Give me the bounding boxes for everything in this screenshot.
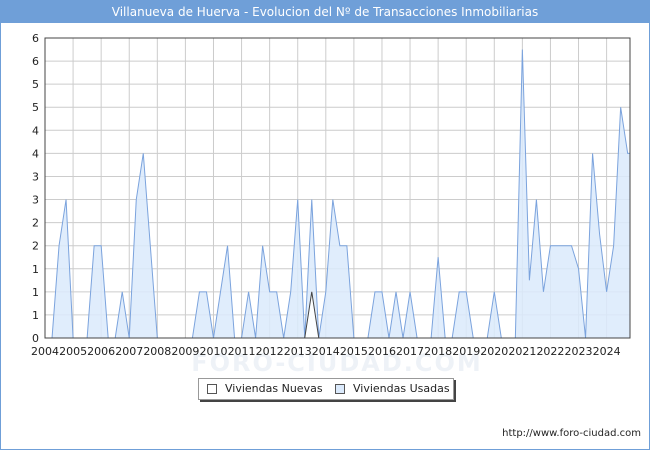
x-tick-label: 2015: [340, 345, 368, 358]
legend-label-nuevas: Viviendas Nuevas: [225, 382, 323, 395]
y-tick-label: 4: [32, 147, 39, 160]
legend-label-usadas: Viviendas Usadas: [353, 382, 450, 395]
footer-url[interactable]: http://www.foro-ciudad.com: [502, 428, 641, 439]
series-area-usadas-fill: [45, 49, 630, 338]
y-tick-label: 1: [32, 286, 39, 299]
y-tick-label: 1: [32, 309, 39, 322]
x-tick-label: 2013: [284, 345, 312, 358]
legend-item-nuevas: Viviendas Nuevas: [207, 382, 323, 395]
legend: Viviendas Nuevas Viviendas Usadas: [198, 378, 454, 400]
chart-frame: Villanueva de Huerva - Evolucion del Nº …: [0, 0, 650, 450]
y-tick-label: 6: [32, 32, 39, 45]
legend-item-usadas: Viviendas Usadas: [335, 382, 450, 395]
x-tick-label: 2017: [396, 345, 424, 358]
x-tick-label: 2012: [256, 345, 284, 358]
x-tick-label: 2011: [228, 345, 256, 358]
y-tick-label: 4: [32, 124, 39, 137]
x-tick-label: 2008: [143, 345, 171, 358]
y-tick-label: 6: [32, 55, 39, 68]
legend-swatch-usadas: [335, 383, 345, 394]
y-tick-label: 0: [32, 332, 39, 345]
x-tick-label: 2018: [424, 345, 452, 358]
x-tick-label: 2022: [536, 345, 564, 358]
x-tick-label: 2014: [312, 345, 340, 358]
y-tick-label: 5: [32, 101, 39, 114]
x-tick-label: 2009: [171, 345, 199, 358]
x-tick-label: 2024: [593, 345, 621, 358]
x-tick-label: 2023: [565, 345, 593, 358]
x-tick-label: 2010: [199, 345, 227, 358]
x-tick-label: 2005: [59, 345, 87, 358]
x-tick-label: 2016: [368, 345, 396, 358]
area-series: [45, 49, 630, 339]
x-tick-label: 2021: [508, 345, 536, 358]
x-tick-label: 2020: [480, 345, 508, 358]
y-tick-label: 1: [32, 263, 39, 276]
y-tick-label: 2: [32, 240, 39, 253]
x-tick-label: 2019: [452, 345, 480, 358]
y-tick-label: 3: [32, 194, 39, 207]
legend-swatch-nuevas: [207, 383, 217, 394]
x-tick-label: 2006: [87, 345, 115, 358]
y-tick-label: 5: [32, 78, 39, 91]
x-tick-label: 2004: [31, 345, 59, 358]
y-tick-label: 3: [32, 170, 39, 183]
x-tick-label: 2007: [115, 345, 143, 358]
y-tick-label: 2: [32, 217, 39, 230]
